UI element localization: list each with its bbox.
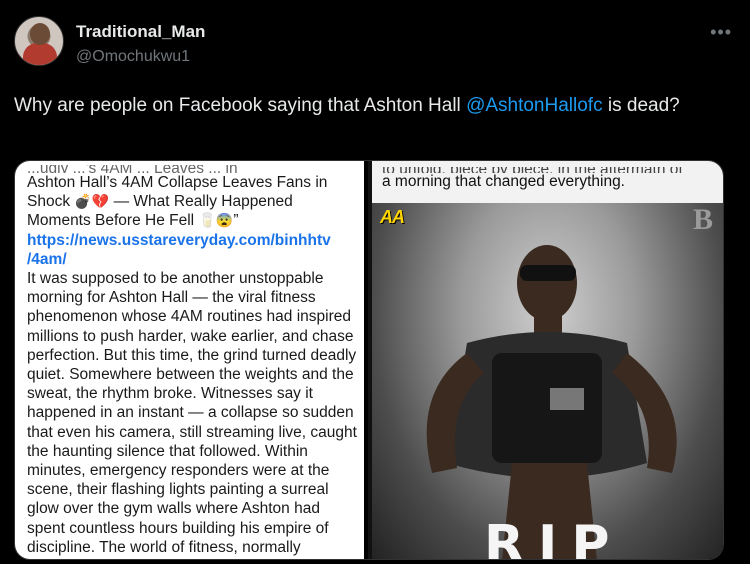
bomb-heart-emoji: 💣💔 xyxy=(74,193,110,210)
rip-photo-image[interactable]: to unfold, piece by piece, in the afterm… xyxy=(372,161,723,560)
headline-line: Shock xyxy=(27,193,71,211)
article-screenshot-image[interactable]: ...ugly ...'s 4AM ... Leaves ... in Asht… xyxy=(15,161,368,559)
headline: Ashton Hall’s 4AM Collapse Leaves Fans i… xyxy=(27,173,357,231)
article-body: It was supposed to be another unstoppabl… xyxy=(27,270,357,556)
headline-line: Ashton Hall’s 4AM Collapse Leaves Fans i… xyxy=(27,174,328,191)
athlete-photo: AA B RIP xyxy=(372,203,723,560)
headline-line: Moments Before He Fell xyxy=(27,212,195,230)
article-link: https://news.usstareveryday.com/binhhtv … xyxy=(27,231,357,269)
tweet-media[interactable]: ...ugly ...'s 4AM ... Leaves ... in Asht… xyxy=(14,160,724,560)
aa-logo: AA xyxy=(380,207,405,227)
tweet-header: Traditional_Man @Omochukwu1 ••• xyxy=(14,16,736,72)
caption-text: a morning that changed everything. xyxy=(382,173,625,190)
user-handle[interactable]: @Omochukwu1 xyxy=(76,48,190,66)
tweet-text: Why are people on Facebook saying that A… xyxy=(14,92,724,119)
b-logo: B xyxy=(692,203,713,236)
cut-off-line: ...ugly ...'s 4AM ... Leaves ... in xyxy=(27,165,357,173)
more-options-icon[interactable]: ••• xyxy=(710,22,732,43)
article-text: ...ugly ...'s 4AM ... Leaves ... in Asht… xyxy=(27,165,357,557)
mention-link[interactable]: @AshtonHallofc xyxy=(466,95,603,116)
headline-line: — What Really Happened xyxy=(109,193,293,211)
rip-text: RIP xyxy=(484,515,624,560)
headline-line: ” xyxy=(233,212,239,230)
tweet-text-part: Why are people on Facebook saying that A… xyxy=(14,95,467,116)
link-line: /4am/ xyxy=(27,250,67,268)
caption-strip: to unfold, piece by piece, in the afterm… xyxy=(372,161,723,203)
avatar[interactable] xyxy=(14,16,64,66)
glass-scared-emoji: 🥛😨 xyxy=(198,212,234,229)
athlete-silhouette-icon xyxy=(426,245,677,559)
tweet-text-part: is dead? xyxy=(602,95,680,116)
link-line: https://news.usstareveryday.com/binhhtv xyxy=(27,231,331,249)
display-name[interactable]: Traditional_Man xyxy=(76,22,205,42)
